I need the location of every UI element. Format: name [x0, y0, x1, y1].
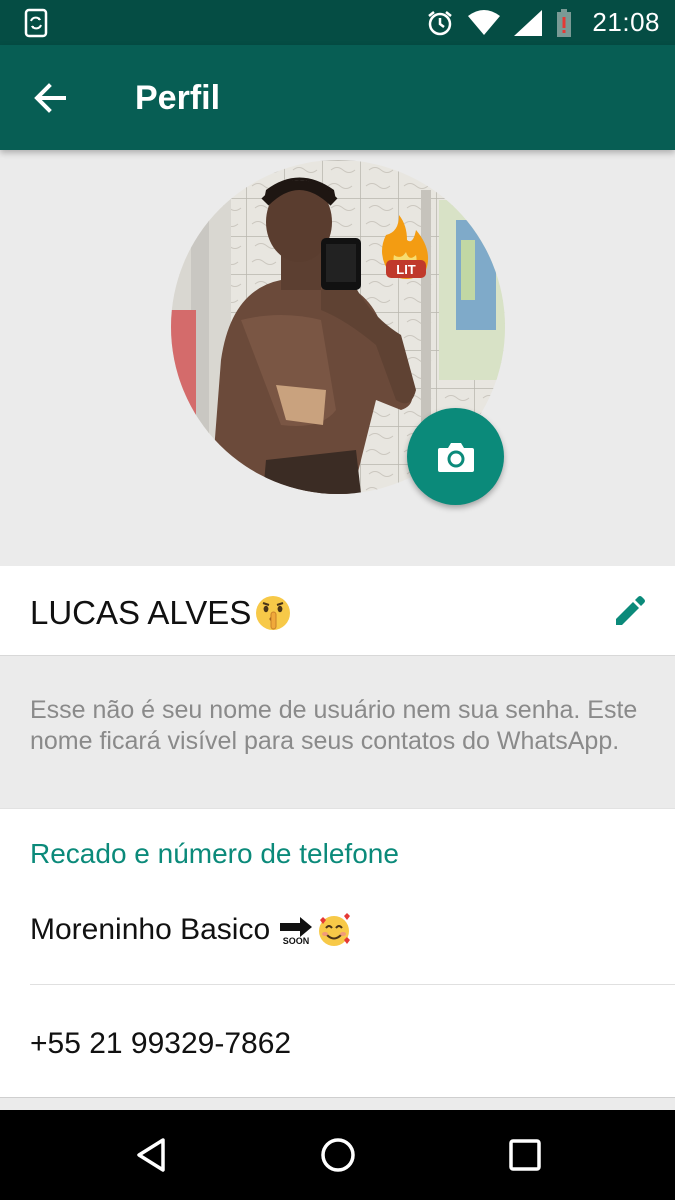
lit-badge-text: LIT [396, 262, 416, 277]
signal-icon [514, 9, 543, 36]
shushing-face-emoji [256, 596, 291, 630]
alarm-icon [428, 10, 453, 35]
square-recents-icon[interactable] [505, 1135, 545, 1175]
soon-emoji-text: SOON [283, 936, 310, 945]
about-status-text: Moreninho Basico [30, 913, 271, 946]
clock-time: 21:08 [592, 7, 660, 37]
status-bar: 21:08 [0, 0, 675, 45]
about-status-row[interactable]: Moreninho Basico SOON [30, 911, 352, 949]
divider [30, 984, 675, 985]
circle-home-icon[interactable] [318, 1135, 358, 1175]
app-bar: Perfil [0, 45, 675, 150]
triangle-back-icon[interactable] [131, 1135, 171, 1175]
about-and-phone-card: Recado e número de telefone Moreninho Ba… [0, 808, 675, 1098]
profile-name: LUCAS ALVES [30, 593, 293, 633]
pencil-icon[interactable] [613, 594, 647, 628]
system-nav-bar [0, 1110, 675, 1200]
camera-icon [437, 442, 474, 472]
name-hint-text: Esse não é seu nome de usuário nem sua s… [30, 696, 638, 755]
smiling-face-with-hearts-emoji [319, 913, 351, 946]
profile-name-text: LUCAS ALVES [30, 594, 252, 631]
phone-sync-icon [24, 8, 48, 38]
arrow-left-icon[interactable] [30, 78, 70, 118]
profile-photo-section: LIT [0, 150, 675, 566]
change-photo-button[interactable] [407, 408, 504, 505]
phone-number: +55 21 99329-7862 [30, 1027, 292, 1060]
section-title: Recado e número de telefone [30, 838, 399, 869]
soon-arrow-emoji: SOON [280, 917, 313, 945]
page-title: Perfil [135, 79, 221, 117]
name-row[interactable]: LUCAS ALVES [0, 566, 675, 656]
wifi-icon [468, 9, 501, 35]
battery-low-icon [557, 8, 572, 37]
